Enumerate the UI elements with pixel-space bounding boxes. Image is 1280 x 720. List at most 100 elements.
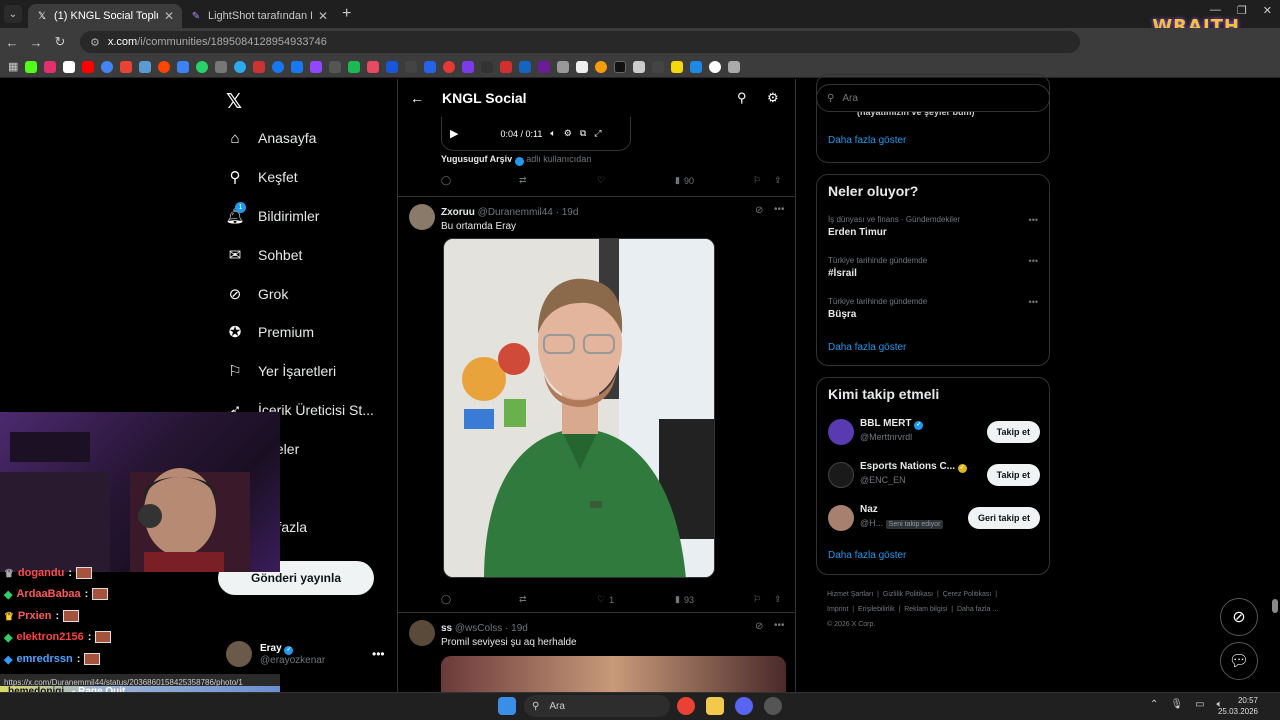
bookmark-icon[interactable] [500,60,513,73]
grok-fab-icon[interactable]: ⊘ [1220,598,1258,636]
mic-icon[interactable]: 🎙︎ [1170,699,1183,710]
grok-icon[interactable]: ⊘ [755,621,763,632]
play-icon[interactable]: ▶ [450,127,458,140]
tweet[interactable]: Zxoruu @Duranemmil44 · 19d ⊘ ••• Bu orta… [398,204,795,611]
bookmark-icon[interactable] [82,60,95,73]
search-icon[interactable]: ⚲ [737,90,747,106]
bookmark-icon[interactable] [367,60,380,73]
avatar[interactable] [409,204,435,230]
folder-icon[interactable] [706,697,724,715]
bookmark-icon[interactable] [234,60,247,73]
bookmark-icon[interactable] [158,60,171,73]
share-icon[interactable]: ⇪ [774,594,782,605]
follow-suggestion[interactable]: BBL MERT ✓ @Merttnrvrdl Takip et [828,418,1040,448]
avatar[interactable] [409,620,435,646]
bookmark-icon[interactable] [196,60,209,73]
site-info-icon[interactable]: ⚙ [90,36,100,49]
new-tab-icon[interactable]: + [342,5,351,23]
more-dots-icon[interactable]: ••• [1029,256,1038,266]
nav-item-explore[interactable]: ⚲ Keşfet [226,162,298,192]
bookmark-icon[interactable] [25,60,38,73]
bookmark-icon[interactable] [595,60,608,73]
settings-icon[interactable]: ⚙ [564,128,572,139]
show-more-link[interactable]: Daha fazla göster [828,135,906,146]
bookmark-icon[interactable] [519,60,532,73]
chat-fab-icon[interactable]: 💬︎ [1220,642,1258,680]
reload-icon[interactable]: ↻ [48,34,72,50]
trend-item[interactable]: Türkiye tarihinde gündemde Büşra ••• [828,297,1038,320]
nav-item-home[interactable]: ⌂ Anasayfa [226,123,316,153]
retweet-icon[interactable]: ⇄ [519,175,527,186]
nav-item-premium[interactable]: ✪ Premium [226,317,314,347]
more-dots-icon[interactable]: ••• [1029,297,1038,307]
trend-item[interactable]: İş dünyası ve finans · Gündemdekiler Erde… [828,215,1038,238]
bookmark-icon[interactable] [177,60,190,73]
nav-item-grok[interactable]: ⊘ Grok [226,279,289,309]
like-button[interactable]: ♡ 1 [597,594,614,605]
volume-icon[interactable]: 🔈︎ [550,128,555,139]
footer-link[interactable]: Hizmet Şartları [827,591,873,598]
bookmark-icon[interactable] [386,60,399,73]
fullscreen-icon[interactable]: ⤢ [594,128,601,139]
close-tab-icon[interactable]: ✕ [164,9,174,23]
bookmark-icon[interactable] [348,60,361,73]
bookmark-icon[interactable] [44,60,57,73]
bookmark-icon[interactable] [329,60,342,73]
bookmark-icon[interactable] [253,60,266,73]
bookmark-icon[interactable]: ⚐ [753,594,761,605]
nav-item-chat[interactable]: ✉ Sohbet [226,240,303,270]
forward-icon[interactable]: → [24,35,48,50]
apps-icon[interactable]: ▦ [8,60,18,73]
follow-button[interactable]: Takip et [986,464,1040,486]
taskbar-search[interactable]: ⚲ Ara [524,695,670,717]
tweet-author[interactable]: Zxoruu [441,207,475,218]
bookmark-icon[interactable] [120,60,133,73]
bookmark-icon[interactable]: ⚐ [753,175,761,186]
video-player[interactable]: ▶ 0:04 / 0:11 🔈︎ ⚙ ⧉ ⤢ [441,117,631,151]
url-field[interactable]: ⚙ x.com/i/communities/189508412895493374… [80,31,1080,53]
bookmark-icon[interactable] [709,60,722,73]
close-window-icon[interactable]: ✕ [1263,4,1272,17]
bookmark-icon[interactable] [63,60,76,73]
nav-item-notifications[interactable]: 🔔︎ 1 Bildirimler [225,201,319,231]
bookmark-icon[interactable] [576,60,589,73]
footer-link[interactable]: Erişilebilirlik [858,606,895,613]
tab-search-icon[interactable]: ⌄ [4,5,22,23]
bookmark-icon[interactable] [462,60,475,73]
follow-suggestion[interactable]: Esports Nations C... ✓ @ENC_EN Takip et [828,461,1040,491]
reply-icon[interactable]: ◯ [441,594,451,605]
more-dots-icon[interactable]: ••• [774,620,785,631]
bookmark-icon[interactable] [215,60,228,73]
follow-button[interactable]: Takip et [986,421,1040,443]
search-input[interactable]: ⚲ Ara [816,84,1050,112]
bookmark-icon[interactable] [614,60,627,73]
discord-icon[interactable] [735,697,753,715]
bookmark-icon[interactable] [671,60,684,73]
account-switcher[interactable]: Eray ✓ @erayozkenar ••• [226,641,385,667]
bookmark-icon[interactable] [310,60,323,73]
source-name[interactable]: Yugusuguf Arşiv [441,154,512,164]
bookmark-icon[interactable] [728,60,741,73]
bookmark-icon[interactable] [690,60,703,73]
bookmark-icon[interactable] [481,60,494,73]
clock[interactable]: 20:57 25.03.2026 [1218,695,1258,717]
bookmark-icon[interactable] [538,60,551,73]
footer-link[interactable]: Reklam bilgisi [904,606,947,613]
share-icon[interactable]: ⇪ [774,175,782,186]
bookmark-icon[interactable] [557,60,570,73]
footer-link[interactable]: Gizlilik Politikası [883,591,933,598]
views-button[interactable]: ▮ 93 [675,594,694,605]
bookmark-icon[interactable] [291,60,304,73]
back-arrow-icon[interactable]: ← [410,90,424,106]
start-icon[interactable] [498,697,516,715]
tweet-author[interactable]: ss [441,623,452,634]
bookmark-icon[interactable] [424,60,437,73]
show-more-link[interactable]: Daha fazla göster [828,342,906,353]
chevron-up-icon[interactable]: ⌃ [1150,699,1158,710]
follow-back-button[interactable]: Geri takip et [967,507,1040,529]
bookmark-icon[interactable] [139,60,152,73]
bookmark-icon[interactable] [405,60,418,73]
nav-item-bookmarks[interactable]: ⚐ Yer İşaretleri [226,356,336,386]
grok-icon[interactable]: ⊘ [755,205,763,216]
views-button[interactable]: ▮ 90 [675,175,694,186]
